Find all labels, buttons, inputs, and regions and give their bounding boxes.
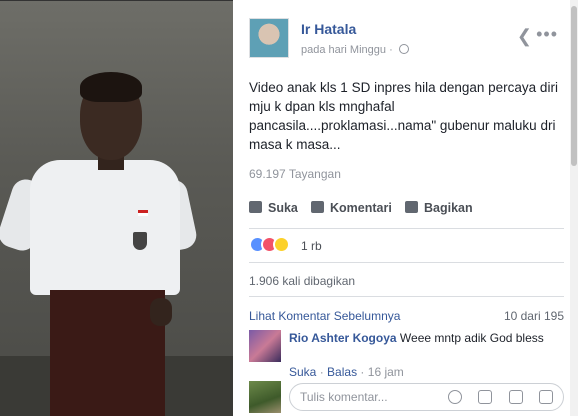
share-button[interactable]: Bagikan	[405, 201, 473, 215]
post-panel: Ir Hatala pada hari Minggu · ❮ ••• Video…	[233, 0, 578, 416]
like-label: Suka	[268, 201, 298, 215]
comment-label: Komentari	[330, 201, 392, 215]
camera-icon[interactable]	[478, 390, 493, 404]
author-avatar[interactable]	[249, 18, 289, 58]
sticker-icon[interactable]	[539, 390, 553, 404]
comment-time[interactable]: 16 jam	[368, 365, 404, 379]
divider	[249, 296, 564, 297]
post-timestamp[interactable]: pada hari Minggu	[301, 44, 386, 56]
scrollbar[interactable]	[570, 0, 578, 416]
gif-icon[interactable]	[508, 390, 523, 404]
composer-tools	[435, 390, 553, 404]
reaction-count: 1 rb	[301, 239, 322, 253]
comment-action-separator: ·	[360, 365, 365, 379]
comment-button[interactable]: Komentari	[311, 201, 392, 215]
post-header: Ir Hatala pada hari Minggu · ❮ •••	[249, 18, 564, 62]
share-count[interactable]: 1.906 kali dibagikan	[249, 274, 355, 288]
current-user-avatar	[249, 381, 281, 413]
video-figure-hair	[80, 72, 142, 102]
view-count: 69.197 Tayangan	[249, 167, 341, 181]
comment-count: 10 dari 195	[503, 309, 564, 323]
comment-input[interactable]: Tulis komentar...	[289, 383, 564, 411]
comment-actions: Suka · Balas · 16 jam	[289, 365, 404, 379]
commenter-name[interactable]: Rio Ashter Kogoya	[289, 331, 397, 345]
video-figure-hand	[150, 298, 172, 326]
comment-body: Rio Ashter Kogoya Weee mntp adik God ble…	[289, 330, 549, 346]
meta-separator: ·	[389, 44, 393, 56]
view-previous-comments-link[interactable]: Lihat Komentar Sebelumnya	[249, 309, 400, 323]
share-icon	[405, 201, 418, 213]
commenter-avatar[interactable]	[249, 330, 281, 362]
comment-input-placeholder: Tulis komentar...	[300, 390, 388, 404]
flag-icon	[138, 210, 148, 216]
post-actions: Suka Komentari Bagikan	[249, 201, 564, 221]
like-button[interactable]: Suka	[249, 201, 298, 215]
comment-like-link[interactable]: Suka	[289, 365, 316, 379]
scrollbar-thumb[interactable]	[571, 6, 577, 166]
school-badge-icon	[133, 232, 147, 250]
thumbs-up-icon	[249, 201, 262, 213]
post-text: Video anak kls 1 SD inpres hila dengan p…	[249, 80, 558, 152]
comment-action-separator: ·	[319, 365, 324, 379]
video-figure-shirt	[30, 160, 180, 295]
comment-composer: Tulis komentar...	[249, 381, 564, 413]
emoji-icon[interactable]	[447, 390, 462, 404]
share-label: Bagikan	[424, 201, 473, 215]
author-name[interactable]: Ir Hatala	[301, 21, 356, 37]
post-meta: pada hari Minggu ·	[301, 44, 409, 56]
video-wall	[0, 0, 233, 1]
globe-icon	[398, 44, 409, 54]
comment-text: Weee mntp adik God bless	[399, 331, 544, 345]
divider	[249, 228, 564, 229]
comment-reply-link[interactable]: Balas	[327, 365, 357, 379]
video-player[interactable]	[0, 0, 233, 416]
share-arrow-icon[interactable]: ❮	[517, 26, 532, 47]
more-options-icon[interactable]: •••	[536, 24, 558, 45]
comment-bubble-icon	[311, 201, 324, 213]
divider	[249, 262, 564, 263]
video-figure-pants	[50, 290, 165, 416]
wow-icon	[273, 236, 290, 253]
comments-header: Lihat Komentar Sebelumnya 10 dari 195	[249, 309, 564, 323]
